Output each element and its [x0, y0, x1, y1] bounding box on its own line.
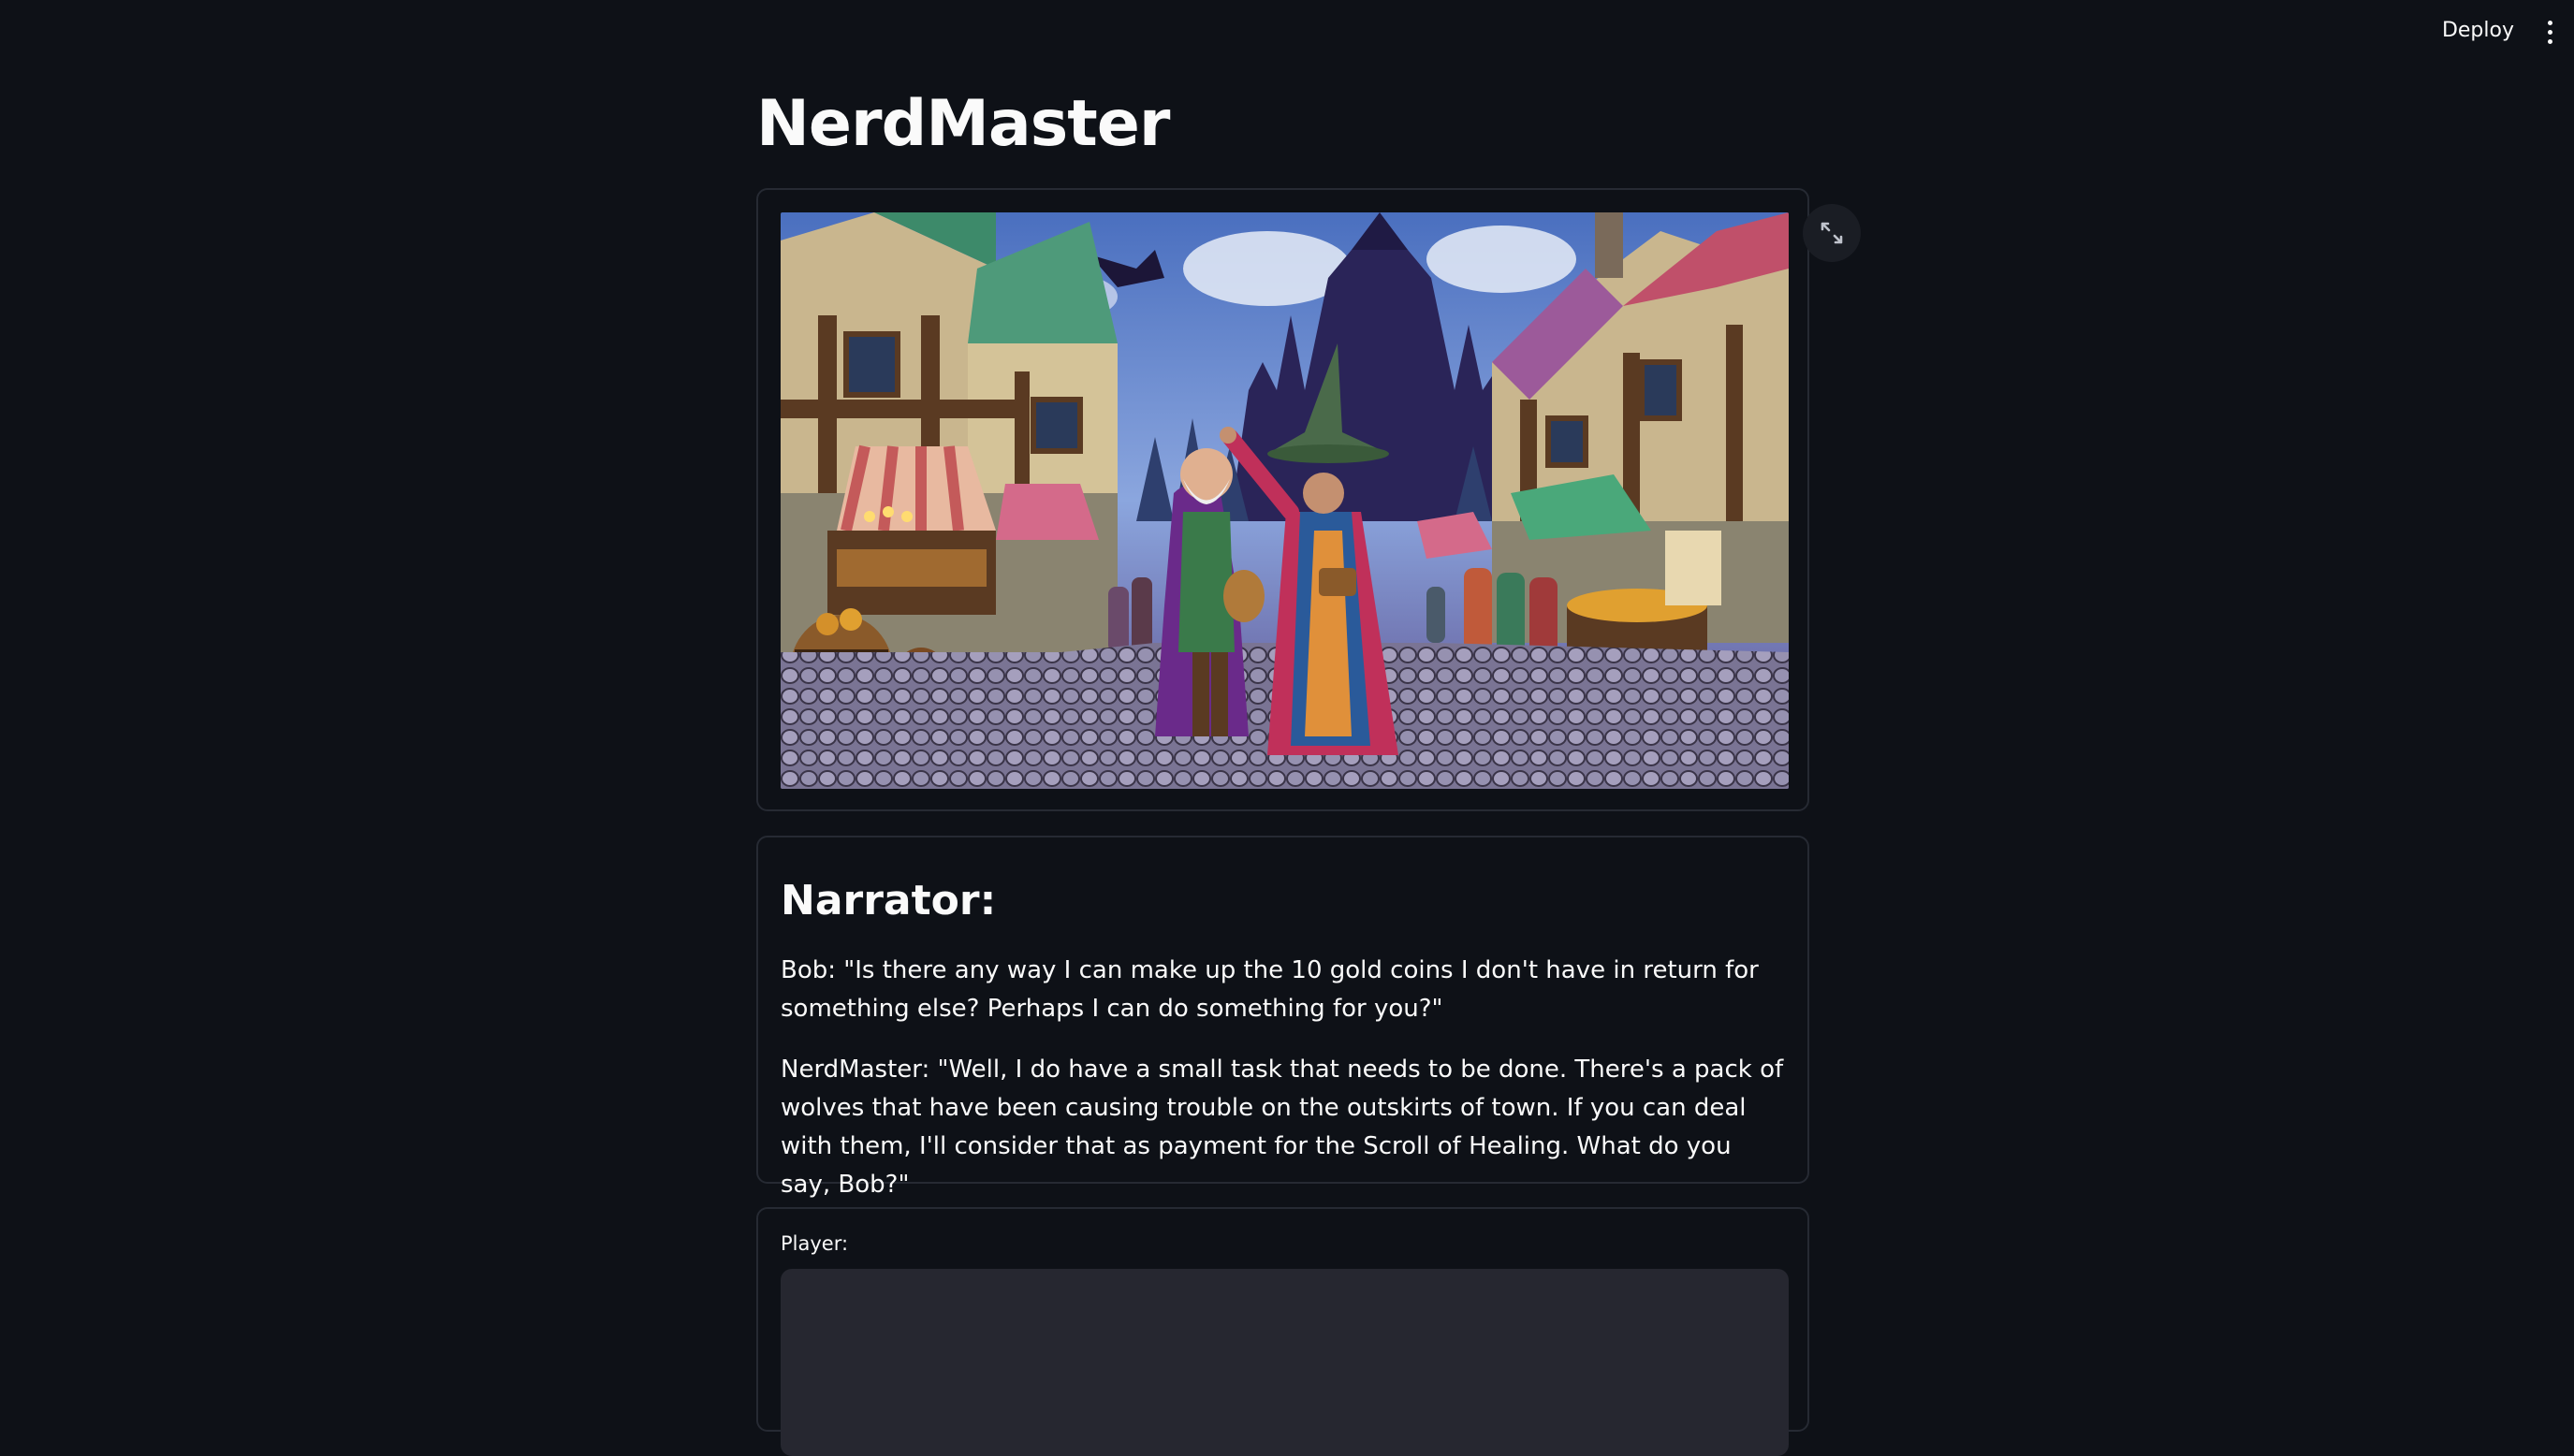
narrator-heading: Narrator: — [781, 877, 997, 925]
player-label: Player: — [781, 1232, 849, 1255]
player-card: Player: — [756, 1207, 1809, 1456]
kebab-menu-icon[interactable] — [2538, 15, 2561, 49]
deploy-button[interactable]: Deploy — [2436, 15, 2520, 46]
page-title: NerdMaster — [756, 87, 1170, 161]
expand-fullscreen-icon[interactable] — [1803, 204, 1861, 262]
player-input[interactable] — [781, 1269, 1789, 1456]
scene-illustration — [781, 212, 1789, 789]
scene-image-card — [756, 188, 1809, 811]
narrator-paragraph: Bob: "Is there any way I can make up the… — [781, 956, 1759, 1023]
top-toolbar: Deploy — [0, 0, 2574, 66]
narrator-card: Narrator: Bob: "Is there any way I can m… — [756, 836, 1809, 1199]
narrator-paragraph: NerdMaster: "Well, I do have a small tas… — [781, 1056, 1784, 1199]
